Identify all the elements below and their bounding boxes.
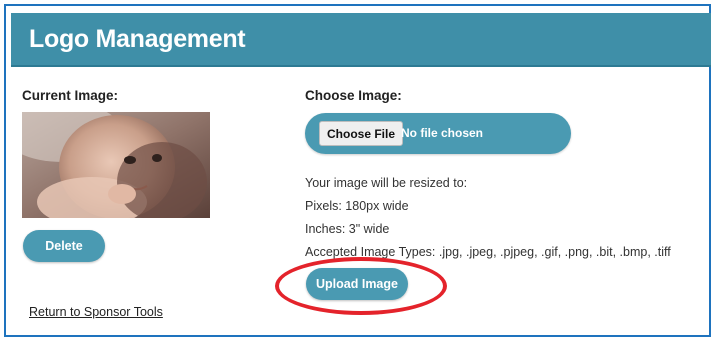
inches-info: Inches: 3" wide bbox=[305, 222, 390, 236]
current-image-label: Current Image: bbox=[22, 88, 119, 103]
file-status-text: No file chosen bbox=[401, 126, 484, 140]
choose-file-button[interactable]: Choose File bbox=[319, 121, 404, 146]
return-to-sponsor-tools-link[interactable]: Return to Sponsor Tools bbox=[29, 305, 163, 319]
file-input[interactable]: Choose File No file chosen bbox=[305, 113, 571, 154]
page-title: Logo Management bbox=[29, 25, 246, 53]
pixels-info: Pixels: 180px wide bbox=[305, 199, 409, 213]
delete-button[interactable]: Delete bbox=[23, 230, 105, 262]
baby-photo bbox=[22, 112, 210, 218]
choose-image-label: Choose Image: bbox=[305, 88, 402, 103]
highlight-circle-annotation bbox=[275, 257, 447, 315]
page-header: Logo Management bbox=[11, 13, 711, 67]
resize-info-heading: Your image will be resized to: bbox=[305, 176, 468, 190]
current-logo-image bbox=[22, 112, 210, 218]
